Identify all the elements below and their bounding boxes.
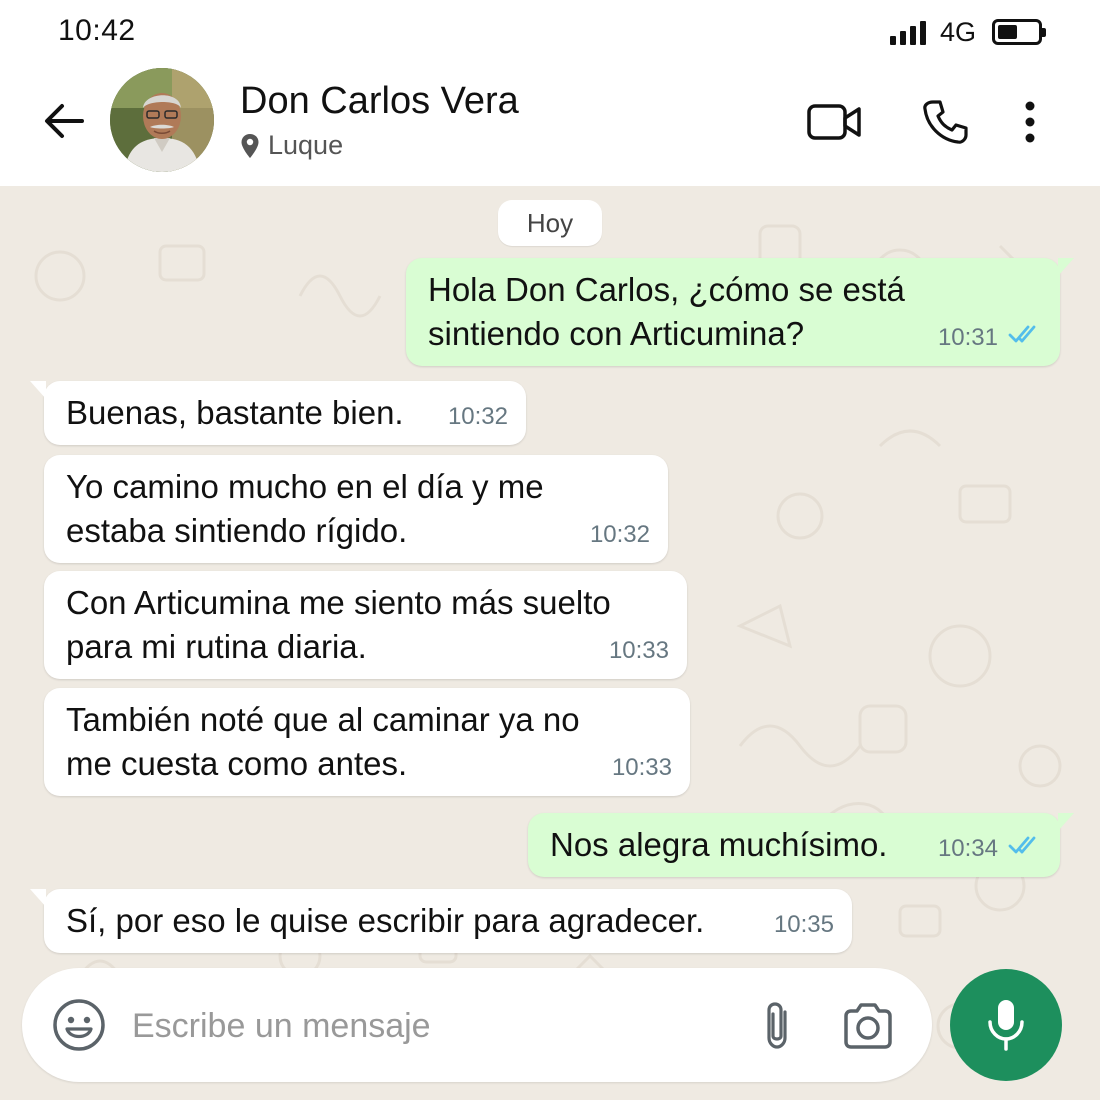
message-meta: 10:31: [938, 316, 1044, 360]
battery-level: [998, 25, 1017, 39]
bubble-tail: [1058, 813, 1074, 831]
incoming-message[interactable]: Yo camino mucho en el día y me estaba si…: [44, 455, 668, 563]
chat-header: Don Carlos Vera Luque: [0, 66, 1100, 186]
read-receipt-icon: [1008, 325, 1036, 343]
emoji-button[interactable]: [50, 996, 108, 1054]
status-time: 10:42: [58, 14, 136, 47]
voice-message-button[interactable]: [950, 969, 1062, 1081]
message-meta: 10:32: [448, 395, 508, 439]
read-receipt: [1008, 827, 1044, 871]
message-time: 10:33: [611, 754, 672, 781]
bubble-tail: [30, 381, 46, 399]
outgoing-message[interactable]: Nos alegra muchísimo. 10:34: [528, 813, 1074, 877]
video-camera-icon: [807, 104, 861, 140]
arrow-left-icon: [45, 104, 84, 138]
incoming-message[interactable]: Con Articumina me siento más suelto para…: [44, 571, 687, 679]
bubble-tail: [1058, 258, 1074, 276]
message-text: Sí, por eso le quise escribir para agrad…: [66, 902, 705, 939]
message-time: 10:31: [937, 324, 998, 351]
back-button[interactable]: [40, 96, 90, 146]
message-text: Con Articumina me siento más suelto para…: [66, 584, 611, 665]
message-meta: 10:33: [612, 746, 672, 790]
contact-name[interactable]: Don Carlos Vera: [240, 80, 519, 123]
message-meta: 10:35: [774, 903, 834, 947]
bubble-tail: [30, 889, 46, 907]
message-text: Nos alegra muchísimo.: [550, 826, 888, 863]
message-meta: 10:32: [590, 513, 650, 557]
incoming-message[interactable]: Sí, por eso le quise escribir para agrad…: [30, 889, 852, 953]
message-time: 10:32: [589, 521, 650, 548]
message-meta: 10:33: [609, 629, 669, 673]
message-meta: 10:34: [938, 827, 1044, 871]
emoji-icon: [53, 999, 105, 1051]
chat-area[interactable]: Hoy Hola Don Carlos, ¿cómo se está sinti…: [0, 186, 1100, 1100]
read-receipt: [1008, 316, 1044, 360]
header-actions: [780, 94, 1060, 150]
network-label: 4G: [939, 16, 976, 47]
message-text: También noté que al caminar ya no me cue…: [66, 701, 580, 782]
message-time: 10:34: [937, 835, 998, 862]
read-receipt-icon: [1008, 836, 1036, 854]
incoming-message[interactable]: También noté que al caminar ya no me cue…: [44, 688, 690, 796]
more-vertical-icon: [1025, 101, 1035, 143]
date-separator: Hoy: [498, 200, 602, 246]
message-time: 10:33: [608, 637, 669, 664]
paperclip-icon: [767, 1002, 787, 1049]
message-input[interactable]: [132, 998, 732, 1054]
microphone-icon: [988, 1000, 1024, 1051]
contact-subtitle: Luque: [240, 130, 343, 161]
location-pin-icon: [241, 133, 259, 158]
message-text: Buenas, bastante bien.: [66, 394, 404, 431]
phone-icon: [923, 100, 968, 144]
signal-icon: [889, 19, 926, 45]
camera-button[interactable]: [840, 998, 896, 1054]
more-options-button[interactable]: [1000, 94, 1060, 150]
contact-location: Luque: [268, 130, 344, 160]
video-call-button[interactable]: [780, 94, 890, 150]
avatar[interactable]: [110, 68, 214, 172]
incoming-message[interactable]: Buenas, bastante bien. 10:32: [30, 381, 526, 445]
message-text: Hola Don Carlos, ¿cómo se está sintiendo…: [428, 271, 905, 352]
status-bar: 10:42 4G: [0, 0, 1100, 66]
composer-bar: [22, 968, 932, 1082]
battery-icon: [992, 19, 1046, 45]
attach-button[interactable]: [757, 998, 797, 1054]
contact-photo: [110, 68, 214, 172]
outgoing-message[interactable]: Hola Don Carlos, ¿cómo se está sintiendo…: [406, 258, 1074, 366]
message-time: 10:35: [773, 911, 834, 938]
message-time: 10:32: [447, 403, 508, 430]
camera-icon: [844, 1003, 892, 1049]
status-indicators: 4G: [889, 16, 1046, 48]
voice-call-button[interactable]: [890, 94, 1000, 150]
message-text: Yo camino mucho en el día y me estaba si…: [66, 468, 544, 549]
